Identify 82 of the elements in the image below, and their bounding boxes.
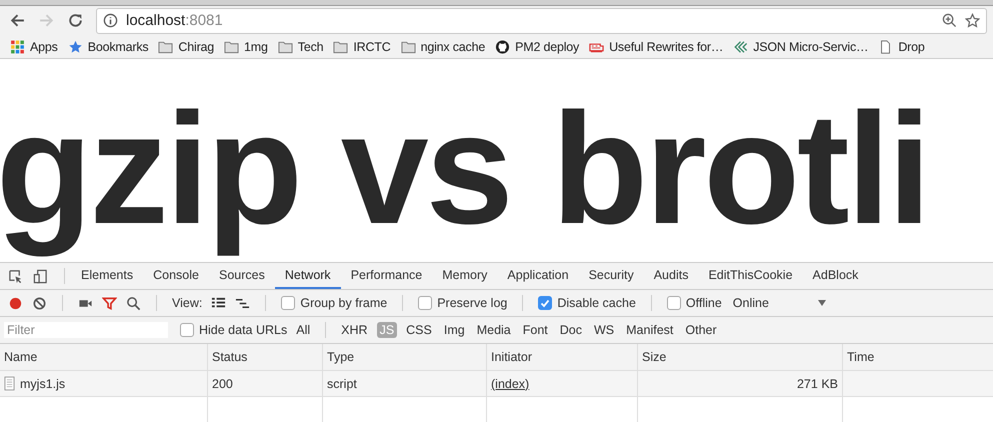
type-filter[interactable]: WS [591,322,618,338]
reload-icon[interactable] [67,12,84,30]
status-cell: 200 [212,376,233,390]
filter-field[interactable]: Filter [4,322,168,338]
apps-grid-icon [10,40,25,54]
file-icon [4,376,15,391]
inspect-icon[interactable] [8,268,23,284]
column-header[interactable]: Type [322,344,486,370]
option-label: Disable cache [557,296,636,310]
page-heading: gzip vs brotli [0,80,928,259]
folder-icon [158,40,174,54]
devtools-tab[interactable]: EditThisCookie [698,263,803,289]
devtools-tab[interactable]: Performance [340,263,432,289]
devtools-tab[interactable]: Console [143,263,209,289]
chevrons-icon [733,40,748,54]
type-filter[interactable]: Manifest [623,322,676,338]
zoom-icon[interactable] [942,13,957,28]
throttling-select[interactable]: Online [732,296,769,310]
type-filter[interactable]: Font [520,322,551,338]
checkbox[interactable] [666,296,681,310]
url-text: localhost:8081 [126,12,223,30]
devtools-tab[interactable]: Security [578,263,644,289]
folder-icon [333,40,348,54]
file-name[interactable]: myjs1.js [20,376,66,390]
devtools-tab[interactable]: Network [274,263,341,289]
bookmark-link[interactable]: Apps [30,40,58,54]
devtools-tab[interactable]: Audits [644,263,698,289]
column-header[interactable]: Size [637,344,842,370]
initiator-link[interactable]: (index) [491,376,530,390]
devtools-tab[interactable]: Application [497,263,579,289]
bookmark-link[interactable]: Bookmarks [88,40,148,54]
type-cell: script [327,376,357,390]
view-label: View: [172,296,202,310]
star-outline-icon[interactable] [965,13,980,28]
bookmark-link[interactable]: Tech [298,40,324,54]
devtools-tab[interactable]: Sources [208,263,275,289]
type-filter[interactable]: XHR [338,322,371,338]
bookmark-link[interactable]: IRCTC [353,40,391,54]
folder-icon [400,40,416,54]
checkbox[interactable] [180,323,194,337]
option-label: Group by frame [300,296,388,310]
type-filter[interactable]: Img [440,322,468,338]
folder-icon [224,40,240,54]
back-icon[interactable] [9,12,26,30]
bookmark-link[interactable]: Chirag [178,40,214,54]
folder-icon [278,40,293,54]
type-filter[interactable]: Other [682,322,720,338]
devtools-tab[interactable]: AdBlock [802,263,868,289]
checkbox[interactable] [281,296,296,310]
bookmark-link[interactable]: nginx cache [420,40,486,54]
bookmark-link[interactable]: 1mg [244,40,268,54]
info-icon[interactable] [103,13,118,28]
bookmark-link[interactable]: Useful Rewrites for… [609,40,724,54]
checkbox[interactable] [418,296,432,310]
type-filter[interactable]: Doc [556,322,585,338]
bookmark-link[interactable]: PM2 deploy [515,40,580,54]
star-icon [68,40,83,54]
devtools-tab[interactable]: Memory [432,263,498,289]
bookmark-link[interactable]: Drop [898,40,925,54]
column-header[interactable]: Initiator [486,344,637,370]
column-header[interactable]: Time [842,344,993,370]
device-icon[interactable] [33,268,48,284]
bookmark-link[interactable]: JSON Micro-Servic… [753,40,868,54]
clear-icon[interactable] [32,296,47,310]
type-filter[interactable]: Media [474,322,514,338]
option-label: Preserve log [437,296,508,310]
address-bar[interactable]: localhost:8081 [96,8,987,34]
checkbox[interactable] [538,296,552,310]
list-view-icon[interactable] [211,296,226,310]
record-icon[interactable] [8,296,23,310]
octocat-icon [495,40,510,54]
type-filter[interactable]: All [293,322,314,338]
column-header[interactable]: Status [207,344,322,370]
option-label: Offline [686,296,722,310]
option-label: Hide data URLs [199,323,288,337]
caret-icon[interactable] [818,300,826,306]
search-icon[interactable] [126,296,141,310]
size-cell: 271 KB [796,376,838,390]
column-header[interactable]: Name [0,344,207,370]
devtools-tab[interactable]: Elements [71,263,144,289]
type-filter[interactable]: CSS [403,322,435,338]
filter-icon[interactable] [102,296,117,310]
